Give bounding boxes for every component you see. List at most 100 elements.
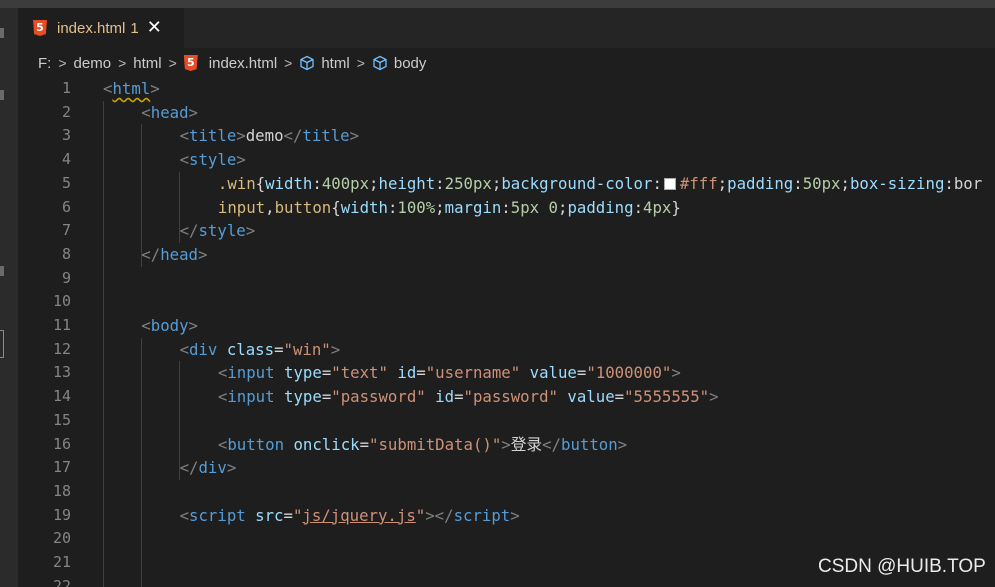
- line-number: 4: [61, 150, 71, 169]
- code-line[interactable]: 6 input,button{width:100%;margin:5px 0;pa…: [18, 196, 995, 220]
- code-token: style: [198, 221, 246, 241]
- line-number: 7: [61, 221, 71, 240]
- title-bar: [0, 0, 995, 8]
- code-token: =: [576, 363, 587, 383]
- code-token: >: [510, 505, 520, 525]
- code-token: padding: [567, 197, 634, 217]
- code-line[interactable]: 15: [18, 409, 995, 433]
- code-line[interactable]: 16 <button onclick="submitData()">登录</but…: [18, 433, 995, 457]
- code-text: </div>: [180, 456, 237, 480]
- code-token: "text": [331, 363, 388, 383]
- code-token: >: [226, 458, 237, 478]
- code-token: type: [284, 363, 322, 383]
- code-line[interactable]: 20: [18, 527, 995, 551]
- code-line[interactable]: 3 <title>demo</title>: [18, 124, 995, 148]
- code-token: "win": [283, 339, 331, 359]
- code-token: 5px 0: [510, 197, 558, 217]
- code-line[interactable]: 9: [18, 267, 995, 291]
- breadcrumb-item[interactable]: demo: [74, 55, 112, 72]
- code-line[interactable]: 1 <html>: [18, 77, 995, 101]
- code-token: =: [274, 339, 284, 359]
- code-line[interactable]: 13 <input type="text" id="username" value…: [18, 361, 995, 385]
- code-token: margin: [444, 197, 502, 217]
- code-text: <body>: [141, 314, 198, 338]
- code-token: 250px: [444, 173, 492, 193]
- code-token: value: [529, 363, 577, 383]
- code-token: "5555555": [624, 387, 710, 407]
- breadcrumb-item[interactable]: html: [299, 54, 350, 72]
- code-token: ;: [369, 173, 379, 193]
- code-line[interactable]: 4 <style>: [18, 148, 995, 172]
- code-text: <title>demo</title>: [180, 124, 360, 148]
- color-swatch[interactable]: [663, 177, 676, 190]
- chevron-right-icon: >: [284, 55, 293, 71]
- activity-marker[interactable]: [0, 90, 4, 100]
- html5-icon: 5: [33, 20, 47, 36]
- code-token: :: [387, 197, 398, 217]
- code-line[interactable]: 18: [18, 480, 995, 504]
- activity-marker[interactable]: [0, 28, 4, 38]
- line-number: 16: [52, 434, 71, 453]
- line-number: 2: [61, 102, 71, 121]
- code-line[interactable]: 14 <input type="password" id="password" v…: [18, 385, 995, 409]
- code-line[interactable]: 11 <body>: [18, 314, 995, 338]
- code-text: input,button{width:100%;margin:5px 0;pad…: [218, 196, 681, 220]
- code-token: </: [179, 221, 199, 241]
- code-text: <input type="text" id="username" value="…: [218, 361, 681, 385]
- code-token: :: [501, 197, 511, 217]
- problem-count-badge: 1: [130, 19, 139, 37]
- code-line[interactable]: 12 <div class="win">: [18, 338, 995, 362]
- breadcrumb-item[interactable]: body: [372, 55, 426, 72]
- code-token: input: [227, 387, 275, 407]
- code-text: <div class="win">: [180, 338, 341, 362]
- code-line[interactable]: 5 .win{width:400px;height:250px;backgroun…: [18, 172, 995, 196]
- code-line[interactable]: 8 </head>: [18, 243, 995, 267]
- activity-marker-box[interactable]: [0, 330, 4, 358]
- code-token: ": [415, 505, 426, 525]
- code-line[interactable]: 19 <script src="js/jquery.js"></script>: [18, 504, 995, 528]
- code-token: }: [671, 197, 681, 217]
- line-number: 6: [61, 197, 71, 216]
- code-token: type: [284, 387, 322, 407]
- cube-icon: [299, 55, 315, 71]
- breadcrumb-item[interactable]: html: [133, 55, 161, 72]
- breadcrumb-item[interactable]: 5 index.html: [183, 54, 278, 72]
- code-token: "password": [463, 387, 558, 407]
- code-token: >: [617, 434, 628, 454]
- code-line[interactable]: 7 </style>: [18, 219, 995, 243]
- code-line[interactable]: 2 <head>: [18, 101, 995, 125]
- code-token: >: [501, 434, 511, 454]
- code-line[interactable]: 10: [18, 290, 995, 314]
- tab-index-html[interactable]: 5 index.html 1 ✕: [18, 8, 184, 48]
- code-token: padding: [727, 173, 794, 193]
- code-token: width: [340, 197, 388, 217]
- close-icon[interactable]: ✕: [147, 19, 162, 37]
- code-token: :: [312, 173, 322, 193]
- code-token: title: [189, 126, 237, 146]
- code-token: >: [671, 363, 681, 383]
- code-token: <: [179, 505, 190, 525]
- code-token: ": [292, 505, 303, 525]
- code-token: ></: [425, 505, 454, 525]
- breadcrumb-label: html: [321, 54, 350, 72]
- code-text: <input type="password" id="password" val…: [218, 385, 719, 409]
- code-token: 4px: [643, 197, 672, 217]
- breadcrumb-label: index.html: [208, 54, 278, 72]
- line-number: 5: [61, 173, 71, 192]
- code-token: "1000000": [586, 363, 672, 383]
- activity-marker[interactable]: [0, 266, 4, 276]
- chevron-right-icon: >: [356, 55, 365, 71]
- code-token: html: [112, 79, 151, 98]
- code-line[interactable]: 17 </div>: [18, 456, 995, 480]
- code-token: js/jquery.js: [302, 505, 416, 525]
- code-editor[interactable]: 1 <html> 2 <head> 3 <title>demo</title> 4 <styl…: [18, 76, 995, 587]
- code-token: >: [150, 79, 160, 98]
- chevron-right-icon: >: [118, 55, 127, 71]
- code-token: 100%: [397, 197, 436, 217]
- line-number: 11: [52, 316, 71, 334]
- code-token: <: [217, 363, 228, 383]
- tab-strip: 5 index.html 1 ✕: [18, 8, 995, 48]
- code-token: {: [255, 173, 266, 193]
- breadcrumb-item[interactable]: F:: [38, 55, 51, 72]
